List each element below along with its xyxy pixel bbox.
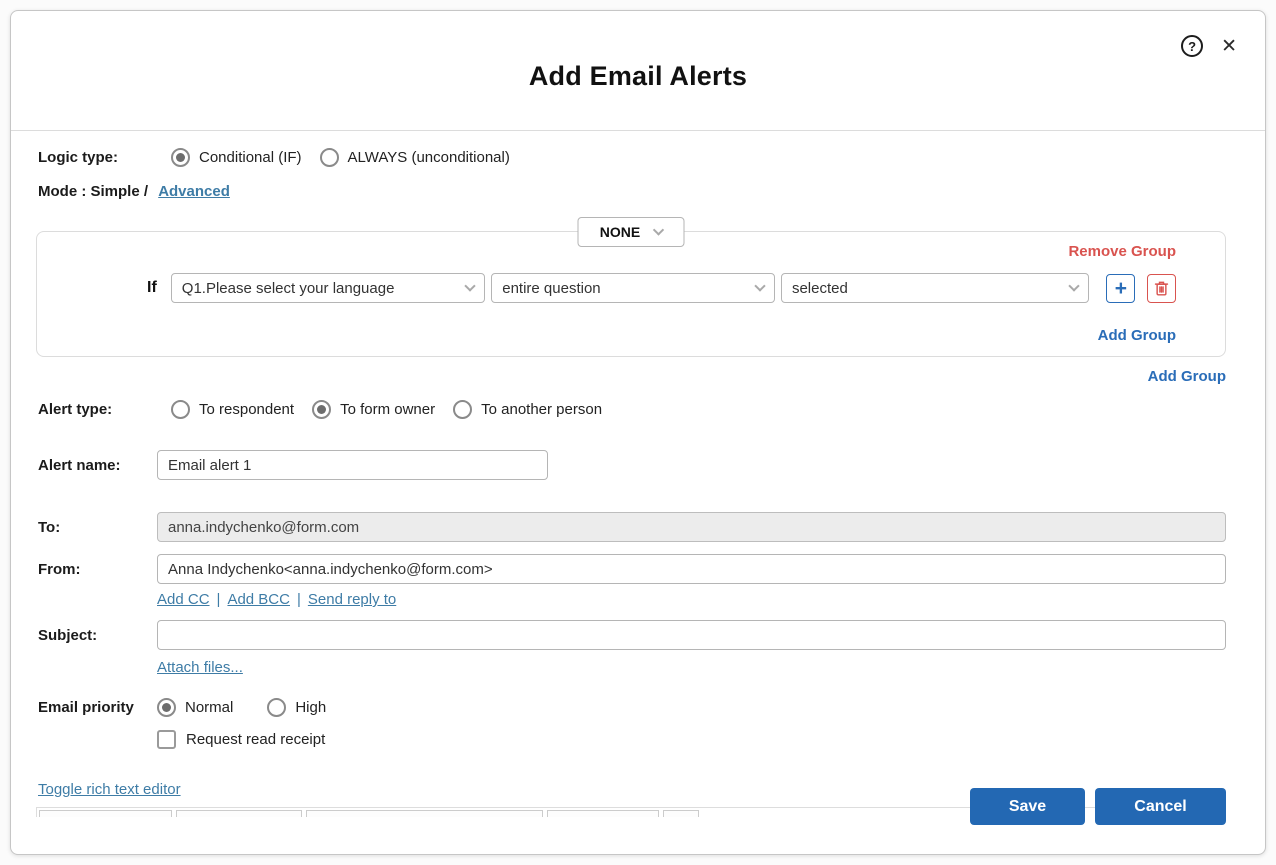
chevron-down-icon	[653, 224, 664, 235]
radio-icon	[157, 698, 176, 717]
attach-files-link[interactable]: Attach files...	[157, 659, 243, 676]
alert-type-row: Alert type: To respondent To form owner …	[38, 400, 1226, 419]
to-input	[157, 512, 1226, 542]
to-label: To:	[38, 519, 157, 536]
radio-icon	[267, 698, 286, 717]
toolbar-dropdown[interactable]	[663, 810, 699, 817]
alert-name-row: Alert name:	[38, 450, 1226, 480]
mode-label: Mode : Simple /	[38, 183, 148, 200]
logic-type-row: Logic type: Conditional (IF) ALWAYS (unc…	[38, 148, 1226, 167]
add-group-link[interactable]: Add Group	[1098, 327, 1176, 344]
add-bcc-link[interactable]: Add BCC	[227, 591, 290, 608]
chevron-down-icon	[754, 280, 765, 291]
to-row: To:	[38, 512, 1226, 542]
page-title: Add Email Alerts	[11, 11, 1265, 92]
add-group-outer-link[interactable]: Add Group	[1148, 368, 1226, 385]
advanced-mode-link[interactable]: Advanced	[158, 183, 230, 200]
email-priority-row: Email priority Normal High	[38, 698, 1226, 717]
subject-row: Subject:	[38, 620, 1226, 650]
alert-name-input[interactable]	[157, 450, 548, 480]
group-operator-select[interactable]: NONE	[578, 217, 685, 247]
from-label: From:	[38, 561, 157, 578]
email-priority-label: Email priority	[38, 699, 157, 716]
save-button[interactable]: Save	[970, 788, 1085, 825]
question-select[interactable]: Q1.Please select your language	[171, 273, 485, 303]
logic-conditional-radio[interactable]: Conditional (IF)	[171, 148, 302, 167]
toolbar-dropdown[interactable]	[306, 810, 543, 817]
delete-condition-button[interactable]	[1147, 274, 1176, 303]
close-icon[interactable]: ✕	[1221, 37, 1237, 56]
condition-operator-select[interactable]: selected	[781, 273, 1090, 303]
alert-type-respondent-radio[interactable]: To respondent	[171, 400, 294, 419]
radio-icon	[453, 400, 472, 419]
toggle-rich-text-editor-link[interactable]: Toggle rich text editor	[38, 781, 181, 798]
priority-normal-radio[interactable]: Normal	[157, 698, 233, 717]
from-input[interactable]	[157, 554, 1226, 584]
plus-icon: +	[1115, 278, 1127, 299]
read-receipt-row[interactable]: Request read receipt	[157, 730, 1226, 749]
subject-input[interactable]	[157, 620, 1226, 650]
from-row: From:	[38, 554, 1226, 584]
radio-icon	[312, 400, 331, 419]
logic-always-radio[interactable]: ALWAYS (unconditional)	[320, 148, 510, 167]
condition-row: If Q1.Please select your language entire…	[147, 273, 1176, 303]
radio-icon	[320, 148, 339, 167]
header-divider	[11, 130, 1265, 131]
condition-group-box: NONE Remove Group If Q1.Please select yo…	[36, 231, 1226, 357]
trash-icon	[1152, 279, 1171, 298]
chevron-down-icon	[1069, 280, 1080, 291]
alert-name-label: Alert name:	[38, 457, 157, 474]
priority-high-radio[interactable]: High	[267, 698, 326, 717]
chevron-down-icon	[465, 280, 476, 291]
mode-row: Mode : Simple / Advanced	[38, 183, 1226, 200]
if-label: If	[147, 279, 157, 297]
logic-type-label: Logic type:	[38, 149, 157, 166]
remove-group-link[interactable]: Remove Group	[1068, 243, 1176, 260]
radio-icon	[171, 148, 190, 167]
add-condition-button[interactable]: +	[1106, 274, 1135, 303]
link-separator: |	[217, 591, 221, 608]
cancel-button[interactable]: Cancel	[1095, 788, 1226, 825]
alert-type-label: Alert type:	[38, 401, 157, 418]
add-email-alerts-dialog: ? ✕ Add Email Alerts Logic type: Conditi…	[10, 10, 1266, 855]
add-cc-link[interactable]: Add CC	[157, 591, 210, 608]
subject-label: Subject:	[38, 627, 157, 644]
send-reply-to-link[interactable]: Send reply to	[308, 591, 396, 608]
alert-type-form-owner-radio[interactable]: To form owner	[312, 400, 435, 419]
toolbar-dropdown[interactable]	[39, 810, 172, 817]
question-scope-select[interactable]: entire question	[491, 273, 775, 303]
toolbar-dropdown[interactable]	[176, 810, 302, 817]
recipient-links-row: Add CC | Add BCC | Send reply to	[157, 591, 1226, 608]
help-icon[interactable]: ?	[1181, 35, 1203, 57]
toolbar-dropdown[interactable]	[547, 810, 659, 817]
radio-icon	[171, 400, 190, 419]
alert-type-another-person-radio[interactable]: To another person	[453, 400, 602, 419]
link-separator: |	[297, 591, 301, 608]
dialog-footer: Save Cancel	[970, 788, 1226, 825]
read-receipt-checkbox[interactable]	[157, 730, 176, 749]
